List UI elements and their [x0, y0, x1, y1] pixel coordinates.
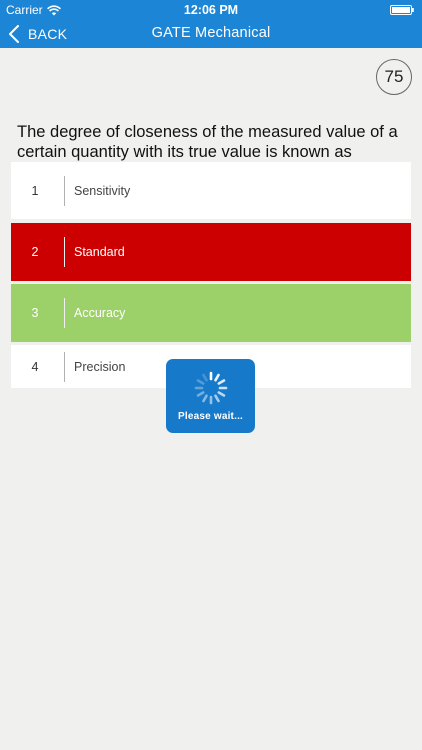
option-number: 2: [31, 245, 39, 259]
option-label: Accuracy: [74, 306, 126, 320]
option-accuracy[interactable]: 3 Accuracy: [11, 284, 411, 342]
status-bar: Carrier 12:06 PM: [0, 0, 422, 20]
option-divider: [64, 175, 65, 206]
option-number: 1: [31, 183, 39, 198]
option-divider: [64, 351, 65, 382]
option-sensitivity[interactable]: 1 Sensitivity: [11, 162, 411, 219]
option-label: Precision: [74, 359, 126, 374]
page-title: GATE Mechanical: [151, 25, 271, 41]
spinner-icon: [194, 371, 228, 405]
loading-overlay: Please wait...: [166, 359, 255, 433]
header: Carrier 12:06 PM BACK GATE Mechanical: [0, 0, 422, 48]
option-standard[interactable]: 2 Standard: [11, 223, 411, 281]
option-number: 3: [31, 306, 39, 320]
status-time: 12:06 PM: [183, 3, 239, 17]
option-number: 4: [31, 359, 39, 374]
loading-text: Please wait...: [177, 411, 244, 422]
question-number-badge: 75: [376, 59, 412, 95]
option-divider: [64, 237, 65, 267]
battery-icon: [390, 5, 414, 15]
question-text: The degree of closeness of the measured …: [17, 123, 398, 161]
option-label: Standard: [74, 245, 125, 259]
option-label: Sensitivity: [74, 183, 131, 198]
option-divider: [64, 298, 65, 328]
nav-bar: BACK GATE Mechanical: [0, 20, 422, 48]
